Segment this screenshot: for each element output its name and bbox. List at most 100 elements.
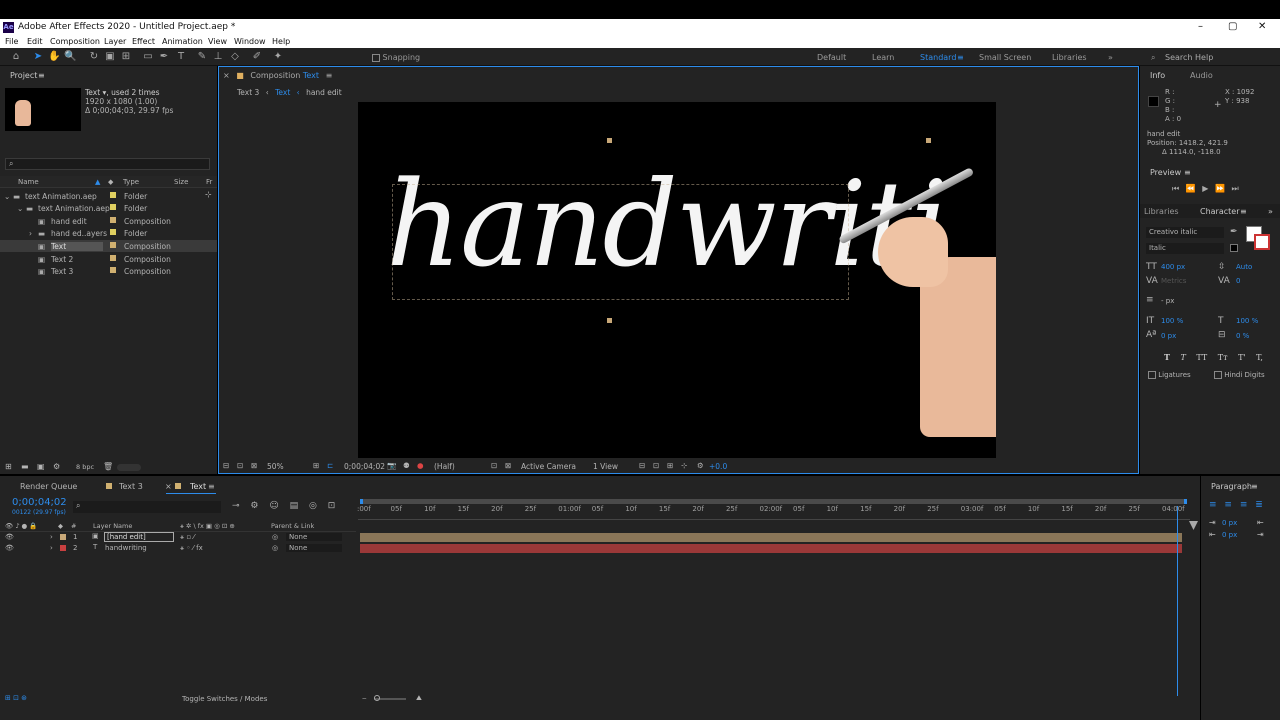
panel-menu-icon[interactable]: ≡	[38, 71, 45, 80]
pickwhip-icon[interactable]: ◎	[272, 544, 278, 552]
hindi-digits-checkbox[interactable]	[1214, 371, 1222, 379]
search-help-field[interactable]: Search Help	[1165, 53, 1213, 62]
font-size-value[interactable]: 400 px	[1161, 263, 1185, 271]
close-tab-icon[interactable]: ×	[165, 482, 172, 491]
timeline-current-time[interactable]: 0;00;04;02	[12, 497, 67, 508]
align-left-icon[interactable]: ≡	[1209, 500, 1217, 510]
menu-window[interactable]: Window	[234, 37, 266, 46]
motion-blur-icon[interactable]: ◎	[309, 501, 317, 511]
vr-icon[interactable]: ⊠	[251, 461, 257, 470]
show-snapshot-icon[interactable]: ⚉	[403, 461, 410, 470]
comp-end-marker[interactable]	[1189, 521, 1198, 530]
menu-help[interactable]: Help	[272, 37, 290, 46]
project-row-4-selected[interactable]: ▣ Text Composition	[0, 240, 217, 252]
type-tool-icon[interactable]: T	[175, 51, 187, 63]
shy-icon[interactable]: ☺	[269, 501, 278, 511]
menu-edit[interactable]: Edit	[27, 37, 43, 46]
workspace-standard[interactable]: Standard	[920, 53, 956, 62]
workspace-menu-icon[interactable]: ≡	[957, 53, 964, 62]
camera-dropdown[interactable]: Active Camera	[521, 462, 576, 471]
tab-render-queue[interactable]: Render Queue	[20, 482, 77, 491]
chevron-right-icon[interactable]: »	[1108, 53, 1113, 62]
panel-menu-icon[interactable]: ≡	[1251, 482, 1258, 491]
anchor-handle[interactable]	[926, 138, 931, 143]
align-right-icon[interactable]: ≡	[1240, 500, 1248, 510]
faux-italic-button[interactable]: T	[1181, 353, 1186, 362]
project-row-6[interactable]: ▣ Text 3 Composition	[0, 265, 217, 277]
pan-behind-tool-icon[interactable]: ⊞	[120, 51, 132, 63]
home-icon[interactable]: ⌂	[10, 51, 22, 63]
close-tab-icon[interactable]: ×	[223, 71, 230, 80]
tsume-value[interactable]: 0 %	[1236, 332, 1249, 340]
col-frame[interactable]: Fr	[206, 178, 212, 186]
mask-icon[interactable]: ⊏	[327, 461, 333, 470]
timeline-icon[interactable]: ⊞	[667, 461, 673, 470]
flowchart-icon[interactable]: ⊹	[681, 461, 687, 470]
layer-name[interactable]: [hand edit]	[104, 532, 174, 542]
black-swatch-icon[interactable]	[1230, 244, 1238, 252]
project-row-0[interactable]: ⌄ ▬ text Animation.aep Folder	[0, 190, 217, 202]
tab-text[interactable]: Text	[190, 482, 206, 491]
fast-preview-icon[interactable]: ⊡	[653, 461, 659, 470]
menu-composition[interactable]: Composition	[50, 37, 100, 46]
menu-layer[interactable]: Layer	[104, 37, 126, 46]
hand-tool-icon[interactable]: ✋	[48, 51, 60, 63]
timeline-search-field[interactable]: ⌕	[73, 501, 221, 513]
trash-icon[interactable]: 🗑	[103, 462, 113, 471]
align-center-icon[interactable]: ≡	[1224, 500, 1232, 510]
toggle-pixel-icon[interactable]: ⊟	[639, 461, 645, 470]
expand-icon[interactable]: ›	[50, 544, 53, 552]
layer-bar-handwriting[interactable]	[360, 544, 1182, 553]
crumb-text[interactable]: Text	[275, 88, 290, 97]
label-swatch[interactable]	[60, 545, 66, 551]
tab-text3[interactable]: Text 3	[119, 482, 143, 491]
parent-dropdown[interactable]: None	[286, 533, 342, 541]
font-family-dropdown[interactable]: Creativo italic	[1146, 227, 1224, 238]
preview-title[interactable]: Preview	[1150, 168, 1181, 177]
next-frame-icon[interactable]: ⏩	[1215, 184, 1225, 193]
ligatures-option[interactable]: Ligatures	[1148, 371, 1191, 379]
chevron-right-icon[interactable]: »	[1268, 207, 1273, 216]
expand-icon[interactable]: ›	[50, 533, 53, 541]
exposure-icon[interactable]: ⚙	[697, 461, 704, 470]
layer-switches[interactable]: ⚹ ▫ ⁄	[180, 533, 195, 542]
tab-libraries[interactable]: Libraries	[1144, 207, 1179, 216]
project-search-field[interactable]: ⌕	[5, 158, 210, 170]
render-time-icon[interactable]: ⊞ ⊡ ⊛	[5, 694, 27, 702]
menu-view[interactable]: View	[208, 37, 227, 46]
maximize-button[interactable]: ▢	[1228, 21, 1237, 32]
superscript-button[interactable]: T'	[1238, 353, 1246, 362]
grid-icon[interactable]: ⊞	[313, 461, 319, 470]
workspace-libraries[interactable]: Libraries	[1052, 53, 1087, 62]
menu-file[interactable]: File	[5, 37, 18, 46]
project-panel-title[interactable]: Project	[10, 71, 37, 80]
workspace-default[interactable]: Default	[817, 53, 846, 62]
eraser-tool-icon[interactable]: ◇	[229, 51, 241, 63]
layer-name[interactable]: handwriting	[105, 544, 147, 552]
tab-info[interactable]: Info	[1150, 71, 1165, 80]
always-preview-icon[interactable]: ⊟	[223, 461, 229, 470]
new-composition-icon[interactable]: ▣	[37, 462, 45, 471]
clone-stamp-tool-icon[interactable]: ⊥	[212, 51, 224, 63]
paragraph-title[interactable]: Paragraph	[1211, 482, 1252, 491]
tracking-value[interactable]: 0	[1236, 277, 1240, 285]
all-caps-button[interactable]: TT	[1196, 353, 1207, 362]
justify-icon[interactable]: ≣	[1255, 500, 1263, 510]
last-frame-icon[interactable]: ⏭	[1231, 184, 1238, 193]
indent-left-value[interactable]: 0 px	[1222, 519, 1237, 527]
roto-brush-tool-icon[interactable]: ✐	[251, 51, 263, 63]
workspace-small-screen[interactable]: Small Screen	[979, 53, 1031, 62]
anchor-handle[interactable]	[607, 138, 612, 143]
zoom-tool-icon[interactable]: 🔍	[64, 51, 76, 63]
ligatures-checkbox[interactable]	[1148, 371, 1156, 379]
rectangle-tool-icon[interactable]: ▭	[142, 51, 154, 63]
zoom-in-icon[interactable]: ⛰	[416, 694, 422, 703]
eyedropper-icon[interactable]: ✒	[1230, 227, 1238, 237]
workspace-learn[interactable]: Learn	[872, 53, 894, 62]
space-before-value[interactable]: 0 px	[1222, 531, 1237, 539]
label-swatch[interactable]	[60, 534, 66, 540]
project-row-3[interactable]: › ▬ hand ed..ayers Folder	[0, 227, 217, 239]
display-icon[interactable]: ⊡	[237, 461, 243, 470]
first-frame-icon[interactable]: ⏮	[1172, 184, 1179, 193]
project-row-2[interactable]: ▣ hand edit Composition	[0, 215, 217, 227]
